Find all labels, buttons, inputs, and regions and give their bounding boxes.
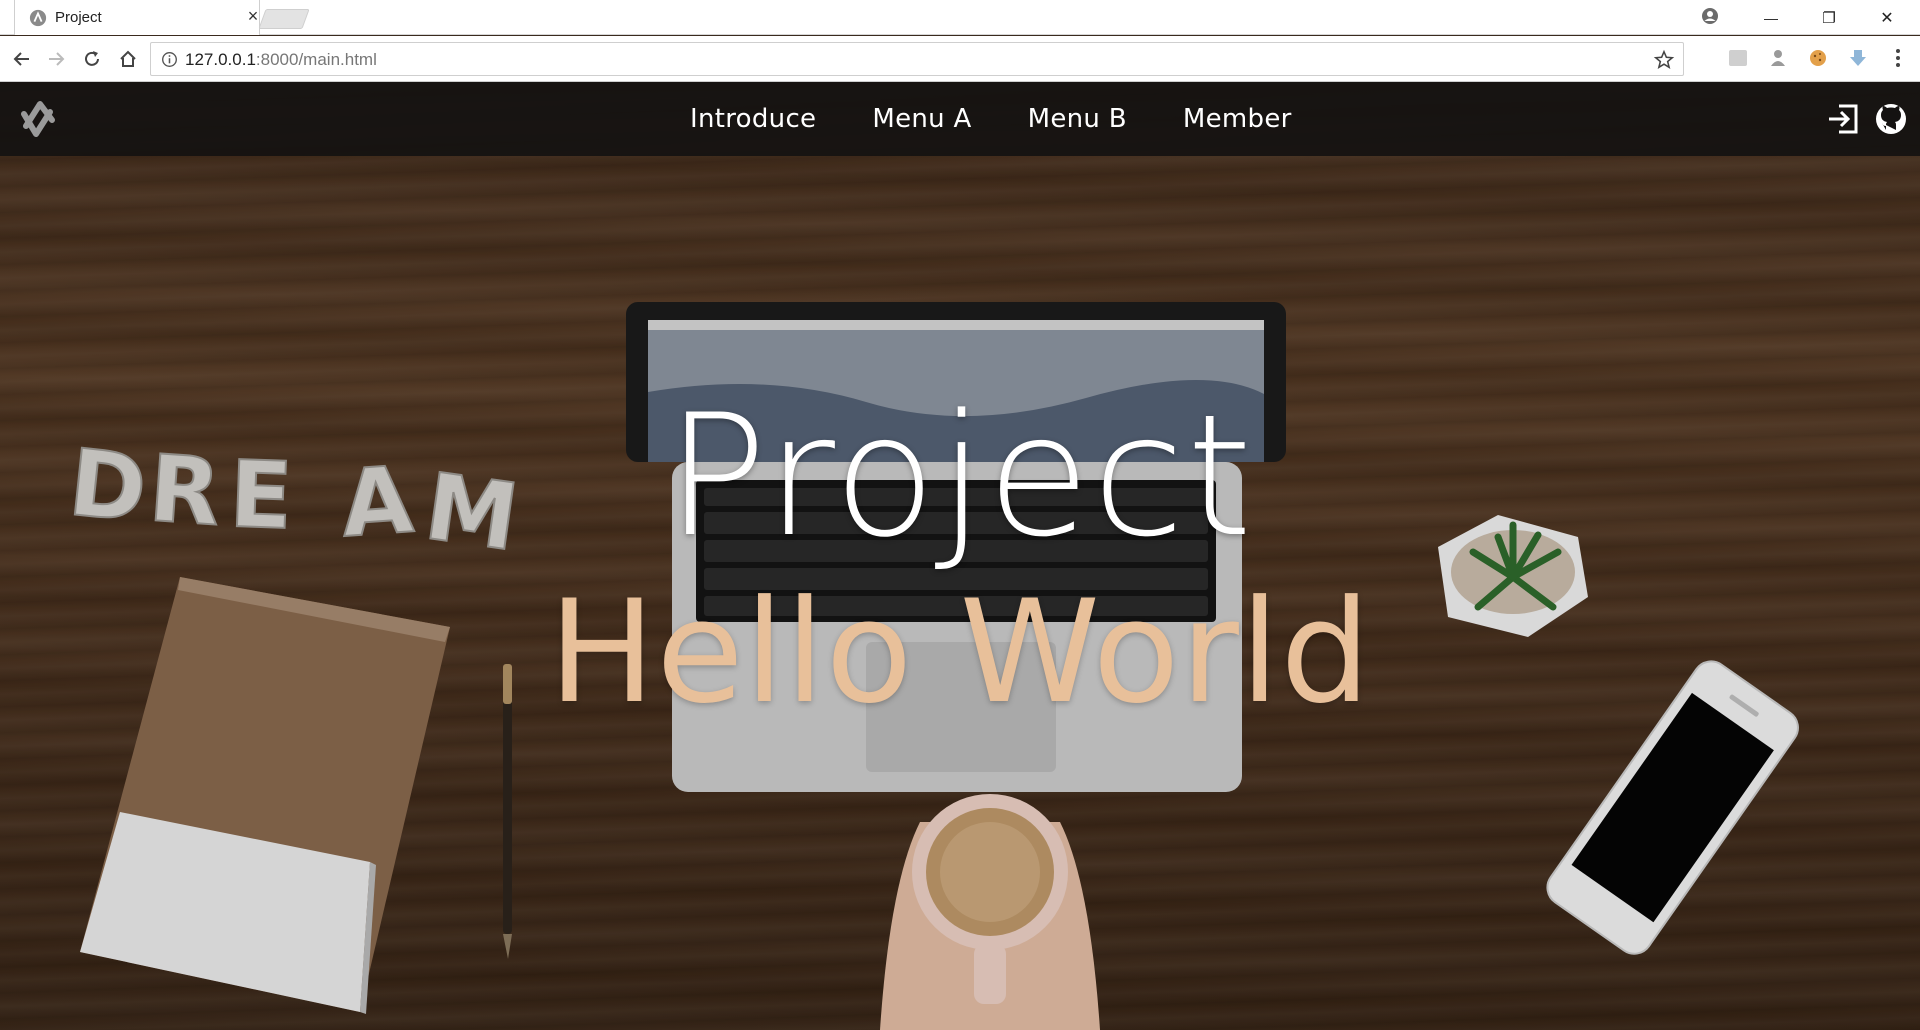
extension-ex-icon xyxy=(1729,50,1747,66)
browser-toolbar: 127.0.0.1:8000/main.html xyxy=(0,36,1920,82)
url-text[interactable]: 127.0.0.1:8000/main.html xyxy=(185,50,377,70)
extension-person-icon xyxy=(1771,50,1785,66)
extension-button[interactable] xyxy=(1766,46,1790,70)
extension-button[interactable] xyxy=(1806,46,1830,70)
star-icon[interactable] xyxy=(1653,49,1675,71)
tab-title: Project xyxy=(55,9,102,26)
home-button[interactable] xyxy=(116,47,140,71)
profile-icon[interactable] xyxy=(1700,6,1720,26)
nav-link-menu-a[interactable]: Menu A xyxy=(844,104,999,134)
site-favicon-icon xyxy=(29,9,47,27)
browser-menu-button[interactable] xyxy=(1886,46,1910,70)
web-page: D R E A M Project Hello World Introduce … xyxy=(0,82,1920,1030)
minimize-button[interactable]: — xyxy=(1742,0,1800,35)
browser-tab[interactable]: Project × xyxy=(14,0,260,35)
reload-icon xyxy=(85,51,99,66)
forward-icon xyxy=(49,52,65,66)
back-button[interactable] xyxy=(10,47,34,71)
restore-button[interactable]: ❐ xyxy=(1800,0,1858,35)
back-icon xyxy=(13,52,29,66)
close-icon: ✕ xyxy=(1880,9,1894,27)
hero-subtitle: Hello World xyxy=(548,570,1372,735)
address-bar[interactable]: 127.0.0.1:8000/main.html xyxy=(150,42,1684,76)
nav-link-introduce[interactable]: Introduce xyxy=(662,104,844,134)
restore-icon: ❐ xyxy=(1822,9,1836,27)
close-window-button[interactable]: ✕ xyxy=(1858,0,1916,35)
extension-button[interactable] xyxy=(1726,46,1750,70)
url-path: :8000/main.html xyxy=(255,50,377,69)
kebab-menu-icon xyxy=(1896,49,1900,67)
forward-button[interactable] xyxy=(44,47,68,71)
main-nav: Introduce Menu A Menu B Member xyxy=(662,82,1320,156)
github-icon[interactable] xyxy=(1874,103,1908,135)
brand-logo-icon[interactable] xyxy=(10,90,66,146)
login-icon[interactable] xyxy=(1826,103,1860,135)
info-icon[interactable] xyxy=(161,51,178,68)
new-tab-button[interactable] xyxy=(258,9,310,29)
minimize-icon: — xyxy=(1764,9,1778,26)
home-icon xyxy=(120,50,136,67)
browser-tabstrip: Project × — ❐ ✕ xyxy=(0,0,1920,35)
hero-title: Project xyxy=(665,378,1255,574)
nav-link-menu-b[interactable]: Menu B xyxy=(1000,104,1155,134)
extension-button[interactable] xyxy=(1846,46,1870,70)
cookie-icon xyxy=(1810,50,1826,66)
site-navbar: Introduce Menu A Menu B Member xyxy=(0,82,1920,156)
download-icon xyxy=(1850,50,1866,66)
nav-link-member[interactable]: Member xyxy=(1155,104,1320,134)
url-host: 127.0.0.1 xyxy=(185,50,256,69)
reload-button[interactable] xyxy=(80,47,104,71)
